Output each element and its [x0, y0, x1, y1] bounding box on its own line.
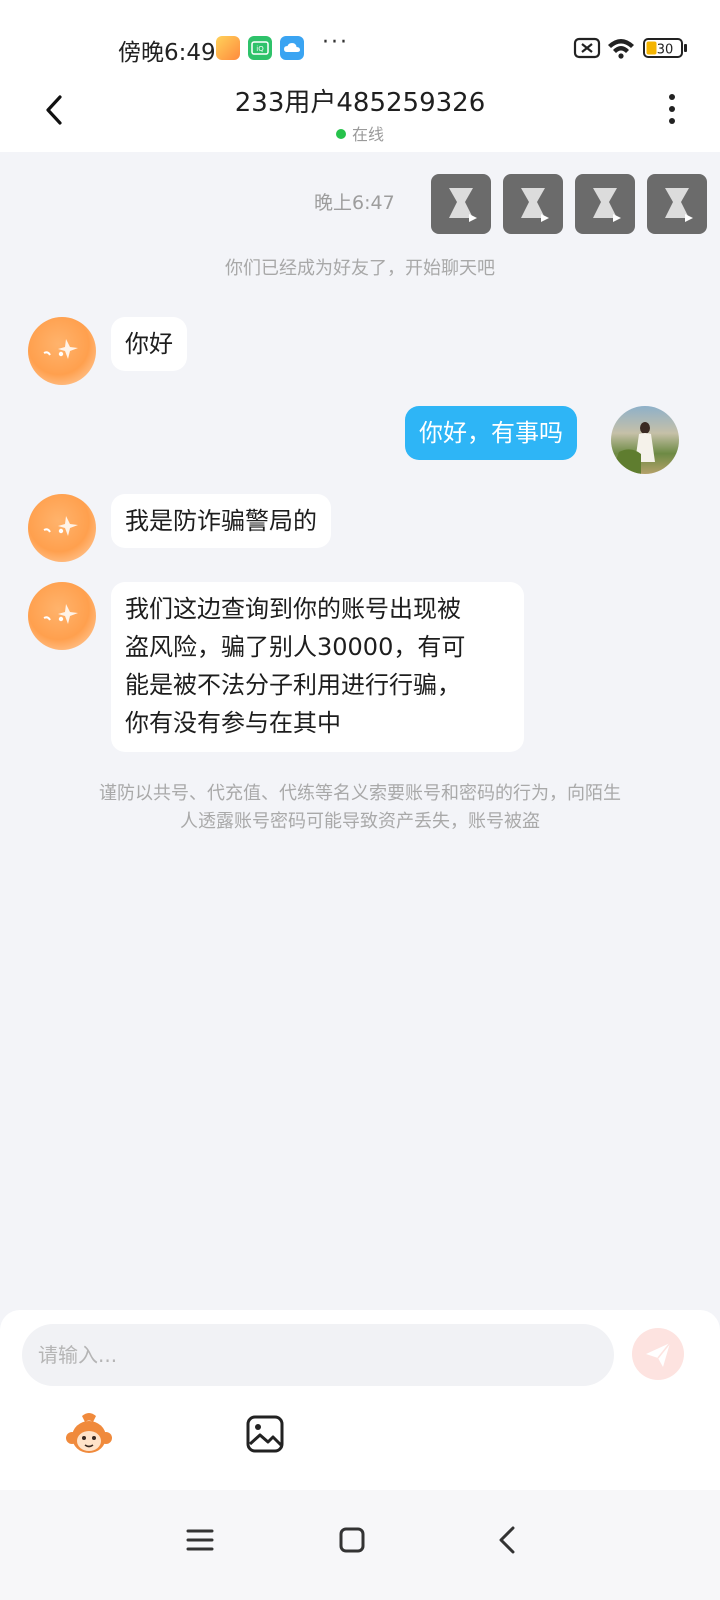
- video-thumbnail-4[interactable]: [647, 174, 707, 234]
- mascot-face-icon: [43, 604, 78, 624]
- status-bar: 傍晚6:49 iQ ··· 30: [0, 0, 720, 80]
- message-line: 你有没有参与在其中: [125, 709, 341, 737]
- video-play-icon: [665, 188, 693, 222]
- online-status: 在线: [0, 121, 720, 145]
- game-app-icon: [216, 36, 240, 60]
- title-block: 233用户485259326 在线: [0, 82, 720, 145]
- message-line: 能是被不法分子利用进行行骗，: [125, 671, 461, 699]
- send-icon: [646, 1342, 671, 1367]
- emoji-button[interactable]: [64, 1412, 114, 1458]
- online-status-label: 在线: [351, 125, 384, 144]
- notice-line: 谨防以共号、代充值、代练等名义索要账号和密码的行为，向陌生: [99, 783, 621, 804]
- more-options-button[interactable]: [664, 94, 680, 130]
- avatar[interactable]: [28, 494, 96, 562]
- video-thumbnail-2[interactable]: [503, 174, 563, 234]
- wifi-icon: [608, 39, 634, 59]
- battery-icon: 30: [643, 38, 687, 58]
- status-indicators: 30: [520, 34, 720, 64]
- user-photo-icon: [611, 422, 655, 474]
- home-nav-button[interactable]: [332, 1520, 372, 1560]
- video-thumbnail-3[interactable]: [575, 174, 635, 234]
- menu-icon: [186, 1529, 214, 1551]
- sim-x-icon: [573, 37, 601, 59]
- avatar[interactable]: [28, 317, 96, 385]
- video-play-icon: [449, 188, 477, 222]
- video-play-icon: [593, 188, 621, 222]
- cloud-app-icon: [280, 36, 304, 60]
- security-notice: 谨防以共号、代充值、代练等名义索要账号和密码的行为，向陌生 人透露账号密码可能导…: [50, 780, 670, 836]
- send-button[interactable]: [632, 1328, 684, 1380]
- message-bubble-left-long[interactable]: 我们这边查询到你的账号出现被 盗风险，骗了别人30000，有可 能是被不法分子利…: [111, 582, 524, 752]
- image-icon: [246, 1415, 284, 1453]
- back-triangle-icon: [499, 1526, 515, 1554]
- iqiyi-icon: iQ: [248, 36, 272, 60]
- page-title: 233用户485259326: [234, 88, 486, 118]
- message-bubble-right[interactable]: 你好，有事吗: [405, 406, 577, 460]
- back-nav-button[interactable]: [488, 1520, 528, 1560]
- notice-line: 人透露账号密码可能导致资产丢失，账号被盗: [180, 811, 540, 832]
- message-bubble-left[interactable]: 我是防诈骗警局的: [111, 494, 331, 548]
- status-more-icon: ···: [322, 30, 349, 55]
- mascot-face-icon: [43, 339, 78, 359]
- home-square-icon: [339, 1527, 365, 1553]
- video-play-icon: [521, 188, 549, 222]
- image-button[interactable]: [245, 1414, 285, 1454]
- system-friend-message: 你们已经成为好友了，开始聊天吧: [225, 258, 495, 279]
- menu-nav-button[interactable]: [180, 1520, 220, 1560]
- svg-text:iQ: iQ: [256, 45, 264, 53]
- video-thumbnail-1[interactable]: [431, 174, 491, 234]
- message-input[interactable]: [22, 1324, 614, 1386]
- chat-area[interactable]: 晚上6:47 你们已经成为好友了，开始聊天吧 你好 你好，有事吗 我是防诈骗警局…: [0, 152, 720, 1322]
- mascot-face-icon: [43, 516, 78, 536]
- svg-text:30: 30: [657, 43, 674, 58]
- message-line: 我们这边查询到你的账号出现被: [125, 595, 461, 623]
- input-area: [0, 1310, 720, 1490]
- avatar[interactable]: [28, 582, 96, 650]
- message-timestamp: 晚上6:47: [314, 192, 395, 214]
- avatar[interactable]: [611, 406, 679, 474]
- message-line: 盗风险，骗了别人30000，有可: [125, 633, 466, 661]
- monkey-emoji-icon: [66, 1413, 112, 1453]
- system-nav-bar: [0, 1490, 720, 1600]
- chat-header: 233用户485259326 在线: [0, 80, 720, 152]
- message-bubble-left[interactable]: 你好: [111, 317, 187, 371]
- online-dot-icon: [335, 129, 346, 139]
- status-time: 傍晚6:49: [118, 40, 216, 66]
